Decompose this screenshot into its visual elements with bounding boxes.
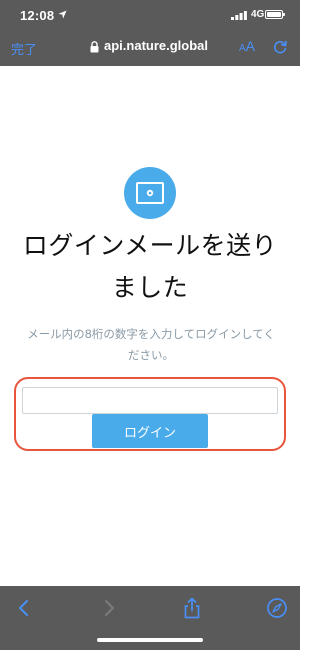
network-type: 4G [251, 9, 265, 20]
forward-icon[interactable] [98, 597, 120, 619]
page-title: ログインメールを送り ました [0, 225, 300, 309]
title-line-2: ました [111, 273, 189, 302]
lock-icon [90, 41, 99, 53]
signal-icon [231, 11, 247, 20]
browser-top-chrome: 12:08 4G 完了 api.nature.global AA [0, 0, 300, 66]
text-size-button[interactable]: AA [239, 38, 255, 56]
location-arrow-icon [58, 10, 67, 19]
url-address[interactable]: api.nature.global [104, 38, 208, 53]
text-size-small-label: A [239, 43, 246, 54]
status-bar: 12:08 4G [0, 0, 300, 30]
status-time: 12:08 [20, 8, 55, 23]
text-size-large-label: A [245, 38, 256, 54]
reload-icon[interactable] [273, 40, 287, 54]
login-button[interactable]: ログイン [92, 414, 208, 448]
verification-code-input[interactable] [22, 387, 278, 414]
done-button[interactable]: 完了 [11, 39, 37, 58]
browser-nav-bar: 完了 api.nature.global AA [0, 33, 300, 63]
instruction-text: メール内の8桁の数字を入力してログインしてください。 [27, 327, 275, 362]
back-icon[interactable] [13, 597, 35, 619]
share-icon[interactable] [181, 597, 203, 619]
title-line-1: ログインメールを送り [22, 231, 278, 260]
battery-icon [265, 10, 285, 19]
home-indicator [97, 638, 203, 642]
mail-icon [124, 167, 176, 219]
safari-compass-icon[interactable] [266, 597, 288, 619]
